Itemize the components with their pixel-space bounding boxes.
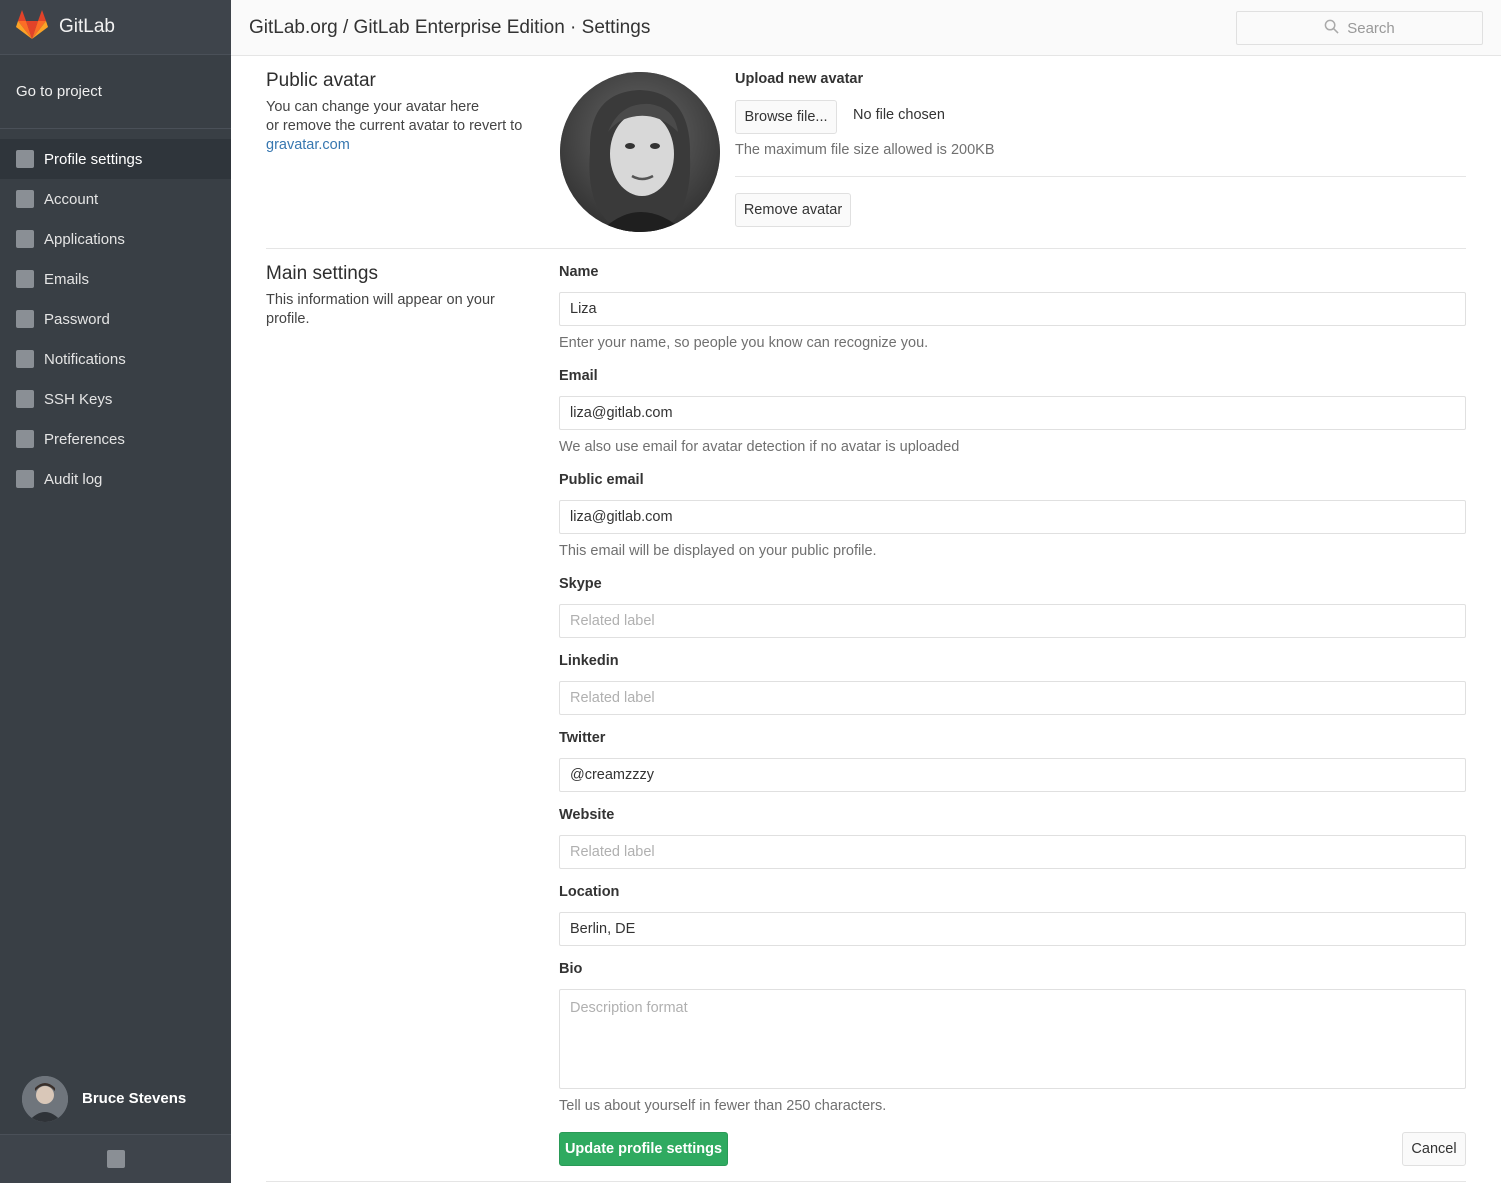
sidebar-item-label: Preferences	[44, 430, 125, 448]
sidebar-item-notifications[interactable]: Notifications	[0, 339, 231, 379]
update-profile-button[interactable]: Update profile settings	[559, 1132, 728, 1166]
upload-avatar-label: Upload new avatar	[735, 71, 864, 87]
sidebar-item-label: Profile settings	[44, 150, 143, 168]
sidebar-item-emails[interactable]: Emails	[0, 259, 231, 299]
remove-avatar-button[interactable]: Remove avatar	[735, 193, 851, 227]
linkedin-field[interactable]	[559, 681, 1466, 715]
name-help: Enter your name, so people you know can …	[559, 335, 929, 351]
sidebar-item-label: Applications	[44, 230, 125, 248]
notifications-icon	[16, 350, 34, 368]
main-desc-line: This information will appear on your	[266, 292, 495, 308]
linkedin-label: Linkedin	[559, 653, 619, 669]
website-field[interactable]	[559, 835, 1466, 869]
go-to-project-link[interactable]: Go to project	[0, 55, 231, 129]
location-label: Location	[559, 884, 620, 900]
avatar-divider	[735, 176, 1466, 177]
sidebar-item-label: Password	[44, 310, 110, 328]
gravatar-link[interactable]: gravatar.com	[266, 136, 522, 155]
email-label: Email	[559, 368, 598, 384]
sidebar-item-password[interactable]: Password	[0, 299, 231, 339]
twitter-label: Twitter	[559, 730, 606, 746]
profile-avatar-image	[560, 72, 720, 232]
email-field[interactable]	[559, 396, 1466, 430]
sidebar-item-audit-log[interactable]: Audit log	[0, 459, 231, 499]
sidebar-nav: Profile settings Account Applications Em…	[0, 139, 231, 499]
location-field[interactable]	[559, 912, 1466, 946]
preferences-icon	[16, 430, 34, 448]
brand[interactable]: GitLab	[0, 0, 231, 55]
bio-help: Tell us about yourself in fewer than 250…	[559, 1098, 887, 1114]
avatar-section-title: Public avatar	[266, 70, 376, 91]
brand-name: GitLab	[59, 16, 115, 37]
sidebar-item-applications[interactable]: Applications	[0, 219, 231, 259]
sidebar-item-account[interactable]: Account	[0, 179, 231, 219]
website-label: Website	[559, 807, 615, 823]
public-email-help: This email will be displayed on your pub…	[559, 543, 877, 559]
public-email-field[interactable]	[559, 500, 1466, 534]
bottom-divider	[266, 1181, 1466, 1182]
sidebar-item-label: Notifications	[44, 350, 126, 368]
browse-file-button[interactable]: Browse file...	[735, 100, 837, 134]
user-name: Bruce Stevens	[82, 1090, 187, 1107]
sidebar-user[interactable]: Bruce Stevens	[0, 1063, 231, 1135]
applications-icon	[16, 230, 34, 248]
search-placeholder: Search	[1347, 19, 1395, 37]
name-field[interactable]	[559, 292, 1466, 326]
gitlab-tanuki-icon	[16, 9, 48, 45]
sidebar-item-label: Account	[44, 190, 99, 208]
key-icon	[16, 390, 34, 408]
name-label: Name	[559, 264, 599, 280]
password-icon	[16, 310, 34, 328]
twitter-field[interactable]	[559, 758, 1466, 792]
no-file-chosen-text: No file chosen	[853, 107, 945, 123]
avatar-section-desc: You can change your avatar here or remov…	[266, 98, 522, 155]
top-header: GitLab.org / GitLab Enterprise Edition ·…	[231, 0, 1501, 56]
sidebar-item-label: Audit log	[44, 470, 103, 488]
sidebar-item-preferences[interactable]: Preferences	[0, 419, 231, 459]
sidebar-item-profile-settings[interactable]: Profile settings	[0, 139, 231, 179]
section-divider	[266, 248, 1466, 249]
search-icon	[1324, 19, 1347, 38]
sidebar: GitLab Go to project Profile settings Ac…	[0, 0, 231, 1183]
bio-textarea[interactable]	[559, 989, 1466, 1089]
audit-log-icon	[16, 470, 34, 488]
email-help: We also use email for avatar detection i…	[559, 439, 960, 455]
skype-label: Skype	[559, 576, 602, 592]
profile-icon	[16, 150, 34, 168]
avatar-desc-line: You can change your avatar here	[266, 99, 480, 115]
main-content: Public avatar You can change your avatar…	[231, 56, 1501, 1183]
bio-label: Bio	[559, 961, 583, 977]
search-input[interactable]: Search	[1236, 11, 1483, 45]
emails-icon	[16, 270, 34, 288]
collapse-sidebar-button[interactable]	[0, 1135, 231, 1183]
avatar-desc-line: or remove the current avatar to revert t…	[266, 118, 523, 134]
main-settings-desc: This information will appear on your pro…	[266, 291, 495, 329]
account-icon	[16, 190, 34, 208]
sidebar-item-label: Emails	[44, 270, 90, 288]
cancel-button[interactable]: Cancel	[1402, 1132, 1466, 1166]
sidebar-item-ssh-keys[interactable]: SSH Keys	[0, 379, 231, 419]
user-avatar	[22, 1075, 68, 1122]
collapse-icon	[106, 1150, 125, 1168]
skype-field[interactable]	[559, 604, 1466, 638]
main-settings-title: Main settings	[266, 263, 378, 284]
max-size-help: The maximum file size allowed is 200KB	[735, 142, 995, 158]
public-email-label: Public email	[559, 472, 644, 488]
sidebar-item-label: SSH Keys	[44, 390, 113, 408]
page-title: GitLab.org / GitLab Enterprise Edition ·…	[249, 17, 651, 38]
main-desc-line: profile.	[266, 311, 310, 327]
